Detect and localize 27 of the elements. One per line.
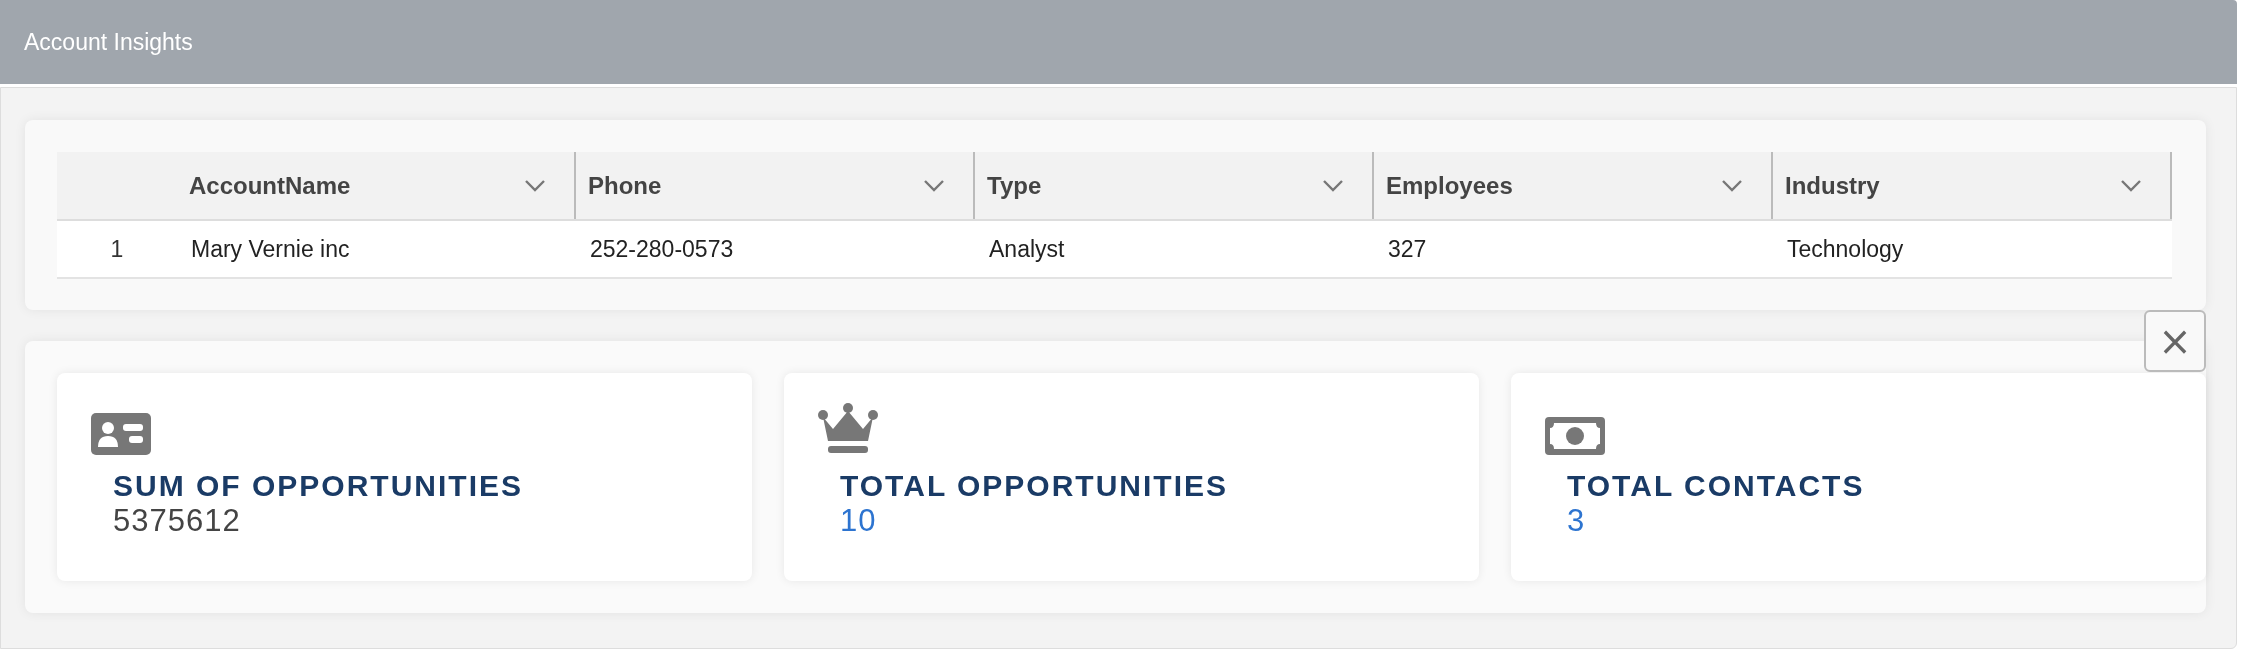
chevron-down-icon	[2120, 179, 2142, 192]
stat-value: 5375612	[113, 503, 241, 539]
chevron-down-icon	[524, 179, 546, 192]
close-button[interactable]: ×	[2144, 310, 2206, 372]
banknote-icon	[1545, 417, 1605, 455]
column-header[interactable]: Type	[975, 152, 1374, 219]
chevron-down-icon	[923, 179, 945, 192]
stat-title: TOTAL OPPORTUNITIES	[840, 469, 1229, 503]
table-cell: 252-280-0573	[590, 235, 734, 263]
table-cell: Analyst	[989, 235, 1065, 263]
stat-value[interactable]: 3	[1567, 503, 1586, 539]
table-cell: Technology	[1787, 235, 1904, 263]
table-cell: 327	[1388, 235, 1427, 263]
table-cell: Mary Vernie inc	[191, 235, 350, 263]
column-header[interactable]: Industry	[1773, 152, 2172, 219]
column-header[interactable]: AccountName	[177, 152, 576, 219]
row-number: 1	[110, 235, 124, 263]
stat-title: TOTAL CONTACTS	[1567, 469, 1865, 503]
column-header[interactable]: Employees	[1374, 152, 1773, 219]
column-header[interactable]: Phone	[576, 152, 975, 219]
page-title: Account Insights	[24, 28, 193, 56]
id-card-icon	[91, 413, 151, 455]
chevron-down-icon	[1721, 179, 1743, 192]
crown-icon	[818, 403, 878, 455]
chevron-down-icon	[1322, 179, 1344, 192]
stat-title: SUM OF OPPORTUNITIES	[113, 469, 524, 503]
stat-value[interactable]: 10	[840, 503, 877, 539]
